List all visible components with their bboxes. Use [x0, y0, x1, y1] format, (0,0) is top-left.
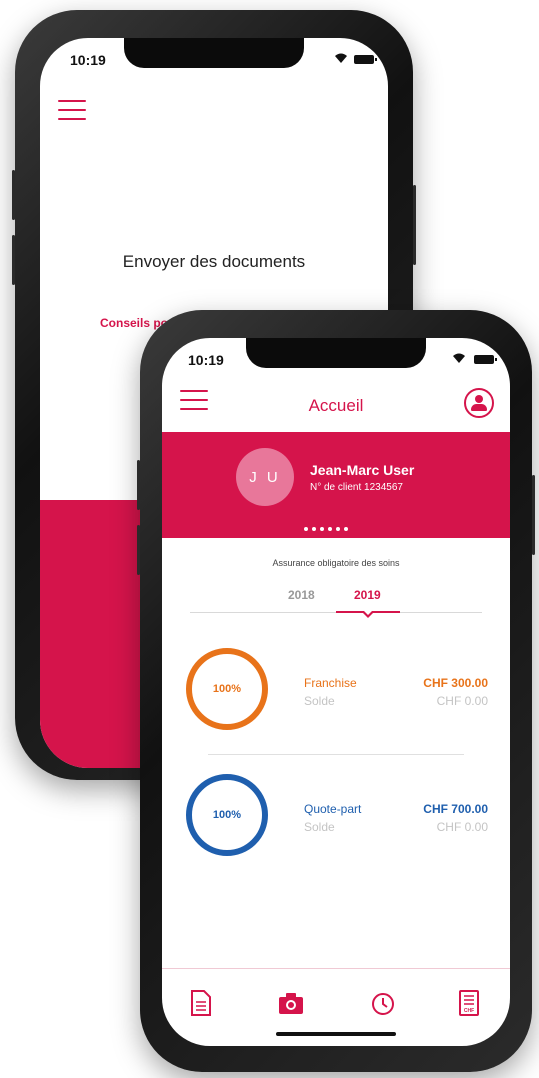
- quote-part-balance: CHF 0.00: [436, 820, 488, 834]
- front-phone-frame: 10:19 Accueil J U Jean-Marc User N° de c…: [137, 310, 535, 1072]
- page-title: Accueil: [308, 396, 364, 415]
- quote-part-row[interactable]: 100% Quote-part Solde CHF 700.00 CHF 0.0…: [162, 774, 510, 864]
- clock-icon[interactable]: [370, 990, 396, 1016]
- notch: [124, 38, 304, 68]
- franchise-amount: CHF 300.00: [423, 676, 488, 690]
- bottom-nav-divider: [162, 968, 510, 969]
- tab-2018[interactable]: 2018: [288, 588, 315, 602]
- user-banner[interactable]: J U Jean-Marc User N° de client 1234567: [162, 432, 510, 538]
- wifi-icon: [452, 352, 466, 367]
- franchise-balance: CHF 0.00: [436, 694, 488, 708]
- home-indicator[interactable]: [276, 1032, 396, 1036]
- avatar: J U: [236, 448, 294, 506]
- chf-invoice-icon[interactable]: CHF: [458, 990, 480, 1016]
- franchise-label: Franchise: [304, 676, 357, 690]
- tab-active-arrow: [362, 611, 374, 618]
- user-profile-icon[interactable]: [464, 388, 494, 418]
- status-time: 10:19: [70, 52, 106, 68]
- notch: [246, 338, 426, 368]
- carousel-dots[interactable]: [304, 518, 352, 536]
- wifi-icon: [334, 52, 348, 67]
- franchise-sub-label: Solde: [304, 694, 335, 708]
- page-title: Envoyer des documents: [122, 252, 306, 271]
- hamburger-menu-icon[interactable]: [58, 100, 86, 120]
- tab-2019[interactable]: 2019: [354, 588, 381, 602]
- client-number: N° de client 1234567: [310, 482, 403, 493]
- battery-icon: [474, 355, 497, 364]
- quote-part-progress-ring: 100%: [186, 774, 268, 856]
- user-name: Jean-Marc User: [310, 462, 415, 478]
- quote-part-amount: CHF 700.00: [423, 802, 488, 816]
- quote-part-label: Quote-part: [304, 802, 362, 816]
- section-label: Assurance obligatoire des soins: [272, 558, 400, 568]
- svg-text:CHF: CHF: [464, 1008, 474, 1014]
- franchise-row[interactable]: 100% Franchise Solde CHF 300.00 CHF 0.00: [162, 648, 510, 738]
- document-icon[interactable]: [190, 990, 212, 1016]
- row-divider: [208, 754, 464, 755]
- front-phone-screen: 10:19 Accueil J U Jean-Marc User N° de c…: [162, 338, 510, 1046]
- quote-part-sub-label: Solde: [304, 820, 335, 834]
- franchise-progress-ring: 100%: [186, 648, 268, 730]
- battery-icon: [354, 55, 377, 64]
- status-time: 10:19: [188, 352, 224, 368]
- camera-icon[interactable]: [278, 990, 304, 1016]
